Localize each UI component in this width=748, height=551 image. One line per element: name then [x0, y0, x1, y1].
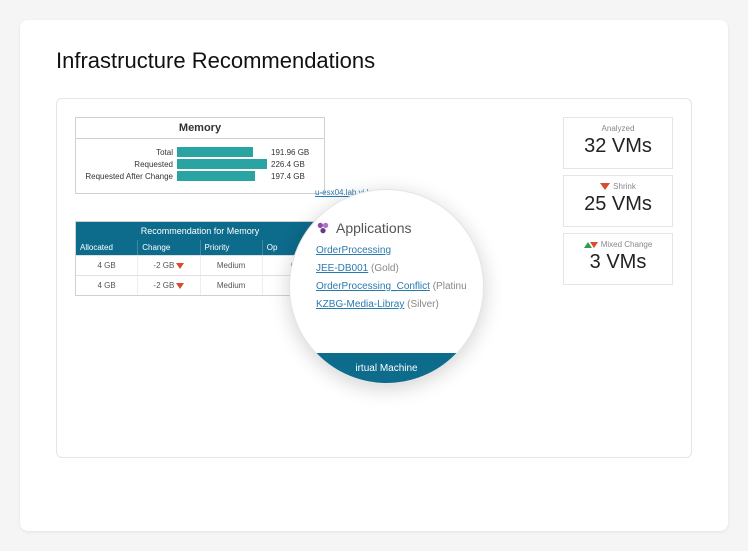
stat-value: 25 VMs — [568, 193, 668, 216]
memory-bar-track — [177, 159, 267, 169]
stat-value: 3 VMs — [568, 251, 668, 274]
memory-row: Requested 226.4 GB — [82, 159, 318, 169]
recommendation-table: Recommendation for Memory Allocated Chan… — [75, 221, 325, 296]
applications-icon — [316, 221, 330, 235]
cell-change-text: -2 GB — [153, 281, 174, 290]
mixed-change-icon — [584, 242, 598, 248]
col-allocated: Allocated — [76, 240, 138, 255]
memory-row-value: 226.4 GB — [267, 160, 305, 169]
applications-title-text: Applications — [336, 220, 412, 236]
applications-heading: Applications — [316, 220, 463, 236]
recommendation-table-columns: Allocated Change Priority Op — [76, 240, 324, 255]
app-link[interactable]: KZBG-Media-Libray — [316, 299, 404, 310]
applications-list: OrderProcessing JEE-DB001 (Gold) OrderPr… — [316, 242, 463, 314]
memory-bar-track — [177, 147, 267, 157]
stat-shrink: Shrink 25 VMs — [563, 175, 673, 227]
preview-frame: Memory Total 191.96 GB Requested 226.4 G… — [56, 98, 692, 458]
cell-allocated: 4 GB — [76, 276, 138, 295]
memory-panel-body: Total 191.96 GB Requested 226.4 GB Reque… — [76, 139, 324, 193]
chevron-down-icon — [176, 263, 184, 269]
stat-label: Mixed Change — [568, 240, 668, 249]
panels-container: Memory Total 191.96 GB Requested 226.4 G… — [57, 99, 691, 457]
cell-priority: Medium — [201, 256, 263, 275]
memory-row-label: Requested After Change — [82, 172, 177, 181]
magnifier-footer[interactable]: irtual Machine — [290, 353, 483, 383]
list-item: JEE-DB001 (Gold) — [316, 260, 463, 278]
stats-column: Analyzed 32 VMs Shrink 25 VMs Mixed Chan… — [563, 117, 673, 291]
memory-bar-track — [177, 171, 267, 181]
app-tier: (Gold) — [371, 263, 399, 274]
app-tier: (Platinu — [433, 281, 467, 292]
magnifier-popup: Applications OrderProcessing JEE-DB001 (… — [289, 189, 484, 384]
app-link[interactable]: JEE-DB001 — [316, 263, 368, 274]
card: Infrastructure Recommendations Memory To… — [20, 20, 728, 531]
cell-change: -2 GB — [138, 276, 200, 295]
stat-label: Analyzed — [568, 124, 668, 133]
stat-analyzed: Analyzed 32 VMs — [563, 117, 673, 169]
page-title: Infrastructure Recommendations — [56, 48, 692, 74]
col-change: Change — [138, 240, 200, 255]
stat-label: Shrink — [568, 182, 668, 191]
memory-row-value: 191.96 GB — [267, 148, 309, 157]
app-tier: (Silver) — [407, 299, 439, 310]
cell-change: -2 GB — [138, 256, 200, 275]
app-link[interactable]: OrderProcessing_Conflict — [316, 281, 430, 292]
memory-panel-header: Memory — [76, 118, 324, 139]
table-row: 4 GB -2 GB Medium C — [76, 255, 324, 275]
cell-allocated: 4 GB — [76, 256, 138, 275]
list-item: OrderProcessing_Conflict (Platinu — [316, 278, 463, 296]
memory-bar — [177, 159, 267, 169]
list-item: OrderProcessing — [316, 242, 463, 260]
memory-row-label: Total — [82, 148, 177, 157]
app-link[interactable]: OrderProcessing — [316, 245, 391, 256]
chevron-down-icon — [176, 283, 184, 289]
cell-change-text: -2 GB — [153, 261, 174, 270]
shrink-icon — [600, 183, 610, 190]
memory-bar — [177, 171, 255, 181]
stat-value: 32 VMs — [568, 135, 668, 158]
list-item: KZBG-Media-Libray (Silver) — [316, 296, 463, 314]
table-row: 4 GB -2 GB Medium C — [76, 275, 324, 295]
memory-bar — [177, 147, 253, 157]
stat-mixed: Mixed Change 3 VMs — [563, 233, 673, 285]
memory-row-value: 197.4 GB — [267, 172, 305, 181]
stat-label-text: Mixed Change — [601, 240, 653, 249]
cell-priority: Medium — [201, 276, 263, 295]
memory-row-label: Requested — [82, 160, 177, 169]
memory-panel: Memory Total 191.96 GB Requested 226.4 G… — [75, 117, 325, 194]
memory-row: Requested After Change 197.4 GB — [82, 171, 318, 181]
recommendation-table-title: Recommendation for Memory — [76, 222, 324, 240]
col-priority: Priority — [201, 240, 263, 255]
magnifier-content: Applications OrderProcessing JEE-DB001 (… — [290, 190, 483, 324]
memory-row: Total 191.96 GB — [82, 147, 318, 157]
stat-label-text: Shrink — [613, 182, 636, 191]
